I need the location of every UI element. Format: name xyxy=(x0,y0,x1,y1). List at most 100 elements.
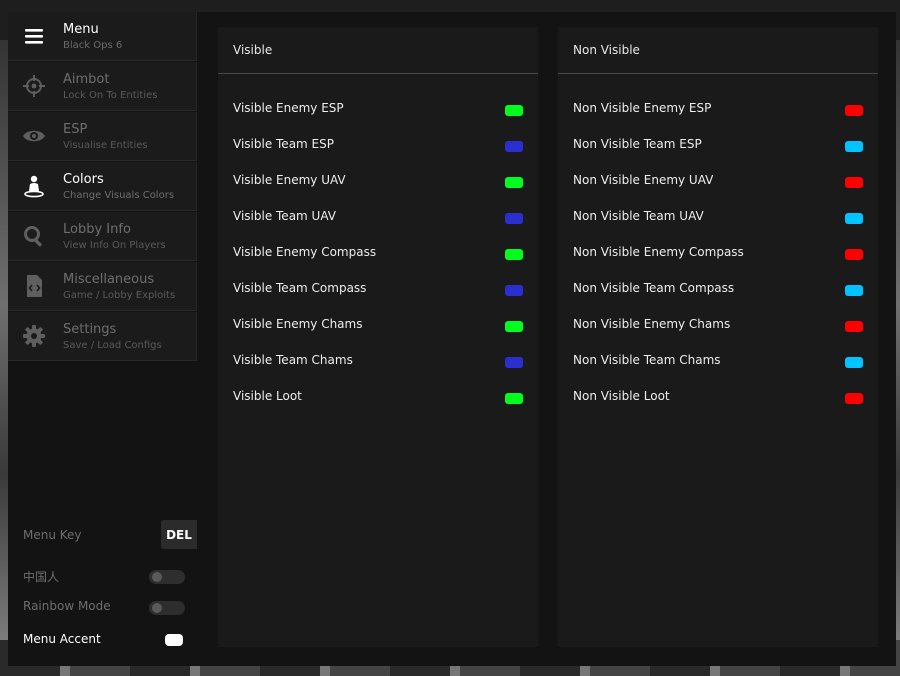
visible-color-row: Visible Team UAV xyxy=(218,199,538,235)
color-row-label: Visible Team Chams xyxy=(233,353,353,367)
color-row-label: Visible Team UAV xyxy=(233,209,336,223)
nonvisible-color-row: Non Visible Team Compass xyxy=(558,271,878,307)
visible-color-row: Visible Team ESP xyxy=(218,127,538,163)
menu-key-label: Menu Key xyxy=(23,528,82,542)
color-row-label: Visible Loot xyxy=(233,389,302,403)
nonvisible-panel-title: Non Visible xyxy=(573,43,640,57)
visible-panel: Visible Visible Enemy ESP Visible Team ES… xyxy=(218,27,538,647)
menu-title: Menu xyxy=(63,22,99,37)
color-row-label: Visible Enemy UAV xyxy=(233,173,346,187)
sidebar-item-aimbot[interactable]: Aimbot Lock On To Entities xyxy=(8,62,197,111)
divider xyxy=(218,73,538,74)
color-row-label: Visible Enemy Chams xyxy=(233,317,363,331)
toggle-knob xyxy=(152,572,162,582)
color-row-label: Non Visible Enemy Compass xyxy=(573,245,744,259)
toggle-knob xyxy=(152,603,162,613)
nonvisible-color-row: Non Visible Enemy Chams xyxy=(558,307,878,343)
sidebar-item-colors[interactable]: Colors Change Visuals Colors xyxy=(8,162,197,211)
visible-color-row: Visible Enemy ESP xyxy=(218,91,538,127)
color-swatch[interactable] xyxy=(845,357,863,368)
gear-icon xyxy=(22,324,46,348)
color-row-label: Visible Enemy Compass xyxy=(233,245,377,259)
chinese-toggle[interactable] xyxy=(149,570,185,584)
color-row-label: Non Visible Team Compass xyxy=(573,281,735,295)
sidebar: Menu Black Ops 6 Aimbot Lock On To Entit… xyxy=(8,12,198,666)
color-swatch[interactable] xyxy=(505,213,523,224)
sidebar-item-sub: Visualise Entities xyxy=(63,140,148,151)
color-swatch[interactable] xyxy=(845,321,863,332)
color-row-label: Non Visible Enemy Chams xyxy=(573,317,731,331)
nonvisible-color-row: Non Visible Team Chams xyxy=(558,343,878,379)
color-row-label: Non Visible Loot xyxy=(573,389,670,403)
menu-accent-swatch[interactable] xyxy=(165,634,183,646)
person-icon xyxy=(22,174,46,198)
code-file-icon xyxy=(22,274,46,298)
search-icon xyxy=(22,224,46,248)
visible-color-row: Visible Team Chams xyxy=(218,343,538,379)
sidebar-item-label: Aimbot xyxy=(63,72,110,87)
chinese-label: 中国人 xyxy=(23,570,60,584)
sidebar-item-sub: View Info On Players xyxy=(63,240,166,251)
nonvisible-panel: Non Visible Non Visible Enemy ESP Non Vis… xyxy=(558,27,878,647)
sidebar-item-sub: Change Visuals Colors xyxy=(63,190,175,201)
nonvisible-color-row: Non Visible Enemy UAV xyxy=(558,163,878,199)
eye-icon xyxy=(22,124,46,148)
crosshair-icon xyxy=(22,74,46,98)
sidebar-item-miscellaneous[interactable]: Miscellaneous Game / Lobby Exploits xyxy=(8,262,197,311)
sidebar-item-label: Lobby Info xyxy=(63,222,131,237)
nonvisible-color-row: Non Visible Enemy Compass xyxy=(558,235,878,271)
color-row-label: Non Visible Enemy UAV xyxy=(573,173,714,187)
color-swatch[interactable] xyxy=(505,285,523,296)
color-swatch[interactable] xyxy=(505,249,523,260)
visible-color-row: Visible Enemy UAV xyxy=(218,163,538,199)
sidebar-item-sub: Lock On To Entities xyxy=(63,90,158,101)
menu-accent-label: Menu Accent xyxy=(23,632,101,646)
color-swatch[interactable] xyxy=(845,177,863,188)
sidebar-item-lobby-info[interactable]: Lobby Info View Info On Players xyxy=(8,212,197,261)
color-swatch[interactable] xyxy=(845,249,863,260)
sidebar-item-label: Miscellaneous xyxy=(63,272,155,287)
color-swatch[interactable] xyxy=(505,393,523,404)
color-swatch[interactable] xyxy=(505,105,523,116)
nonvisible-color-row: Non Visible Enemy ESP xyxy=(558,91,878,127)
color-swatch[interactable] xyxy=(845,285,863,296)
color-swatch[interactable] xyxy=(505,141,523,152)
rainbow-mode-label: Rainbow Mode xyxy=(23,599,111,613)
sidebar-item-label: Colors xyxy=(63,172,104,187)
sidebar-item-settings[interactable]: Settings Save / Load Configs xyxy=(8,312,197,361)
rainbow-mode-toggle[interactable] xyxy=(149,601,185,615)
visible-color-row: Visible Loot xyxy=(218,379,538,415)
visible-panel-title: Visible xyxy=(233,43,273,57)
color-row-label: Non Visible Team Chams xyxy=(573,353,721,367)
sidebar-item-esp[interactable]: ESP Visualise Entities xyxy=(8,112,197,161)
menu-header[interactable]: Menu Black Ops 6 xyxy=(8,12,197,61)
color-swatch[interactable] xyxy=(505,177,523,188)
color-swatch[interactable] xyxy=(845,213,863,224)
sidebar-item-sub: Game / Lobby Exploits xyxy=(63,290,176,301)
menu-window: Menu Black Ops 6 Aimbot Lock On To Entit… xyxy=(8,12,896,666)
color-row-label: Non Visible Team ESP xyxy=(573,137,702,151)
color-row-label: Non Visible Team UAV xyxy=(573,209,704,223)
sidebar-item-sub: Save / Load Configs xyxy=(63,340,162,351)
visible-color-row: Visible Team Compass xyxy=(218,271,538,307)
color-row-label: Visible Team Compass xyxy=(233,281,367,295)
color-swatch[interactable] xyxy=(505,321,523,332)
color-row-label: Visible Enemy ESP xyxy=(233,101,344,115)
sidebar-item-label: ESP xyxy=(63,122,88,137)
sidebar-item-label: Settings xyxy=(63,322,117,337)
menu-subtitle: Black Ops 6 xyxy=(63,40,123,51)
visible-color-row: Visible Enemy Chams xyxy=(218,307,538,343)
color-row-label: Visible Team ESP xyxy=(233,137,334,151)
color-row-label: Non Visible Enemy ESP xyxy=(573,101,712,115)
hamburger-icon[interactable] xyxy=(22,24,46,48)
visible-color-row: Visible Enemy Compass xyxy=(218,235,538,271)
color-swatch[interactable] xyxy=(505,357,523,368)
color-swatch[interactable] xyxy=(845,393,863,404)
nonvisible-color-row: Non Visible Team UAV xyxy=(558,199,878,235)
color-swatch[interactable] xyxy=(845,141,863,152)
nonvisible-color-row: Non Visible Team ESP xyxy=(558,127,878,163)
menu-key-button[interactable]: DEL xyxy=(161,520,197,549)
nonvisible-color-row: Non Visible Loot xyxy=(558,379,878,415)
divider xyxy=(558,73,878,74)
color-swatch[interactable] xyxy=(845,105,863,116)
